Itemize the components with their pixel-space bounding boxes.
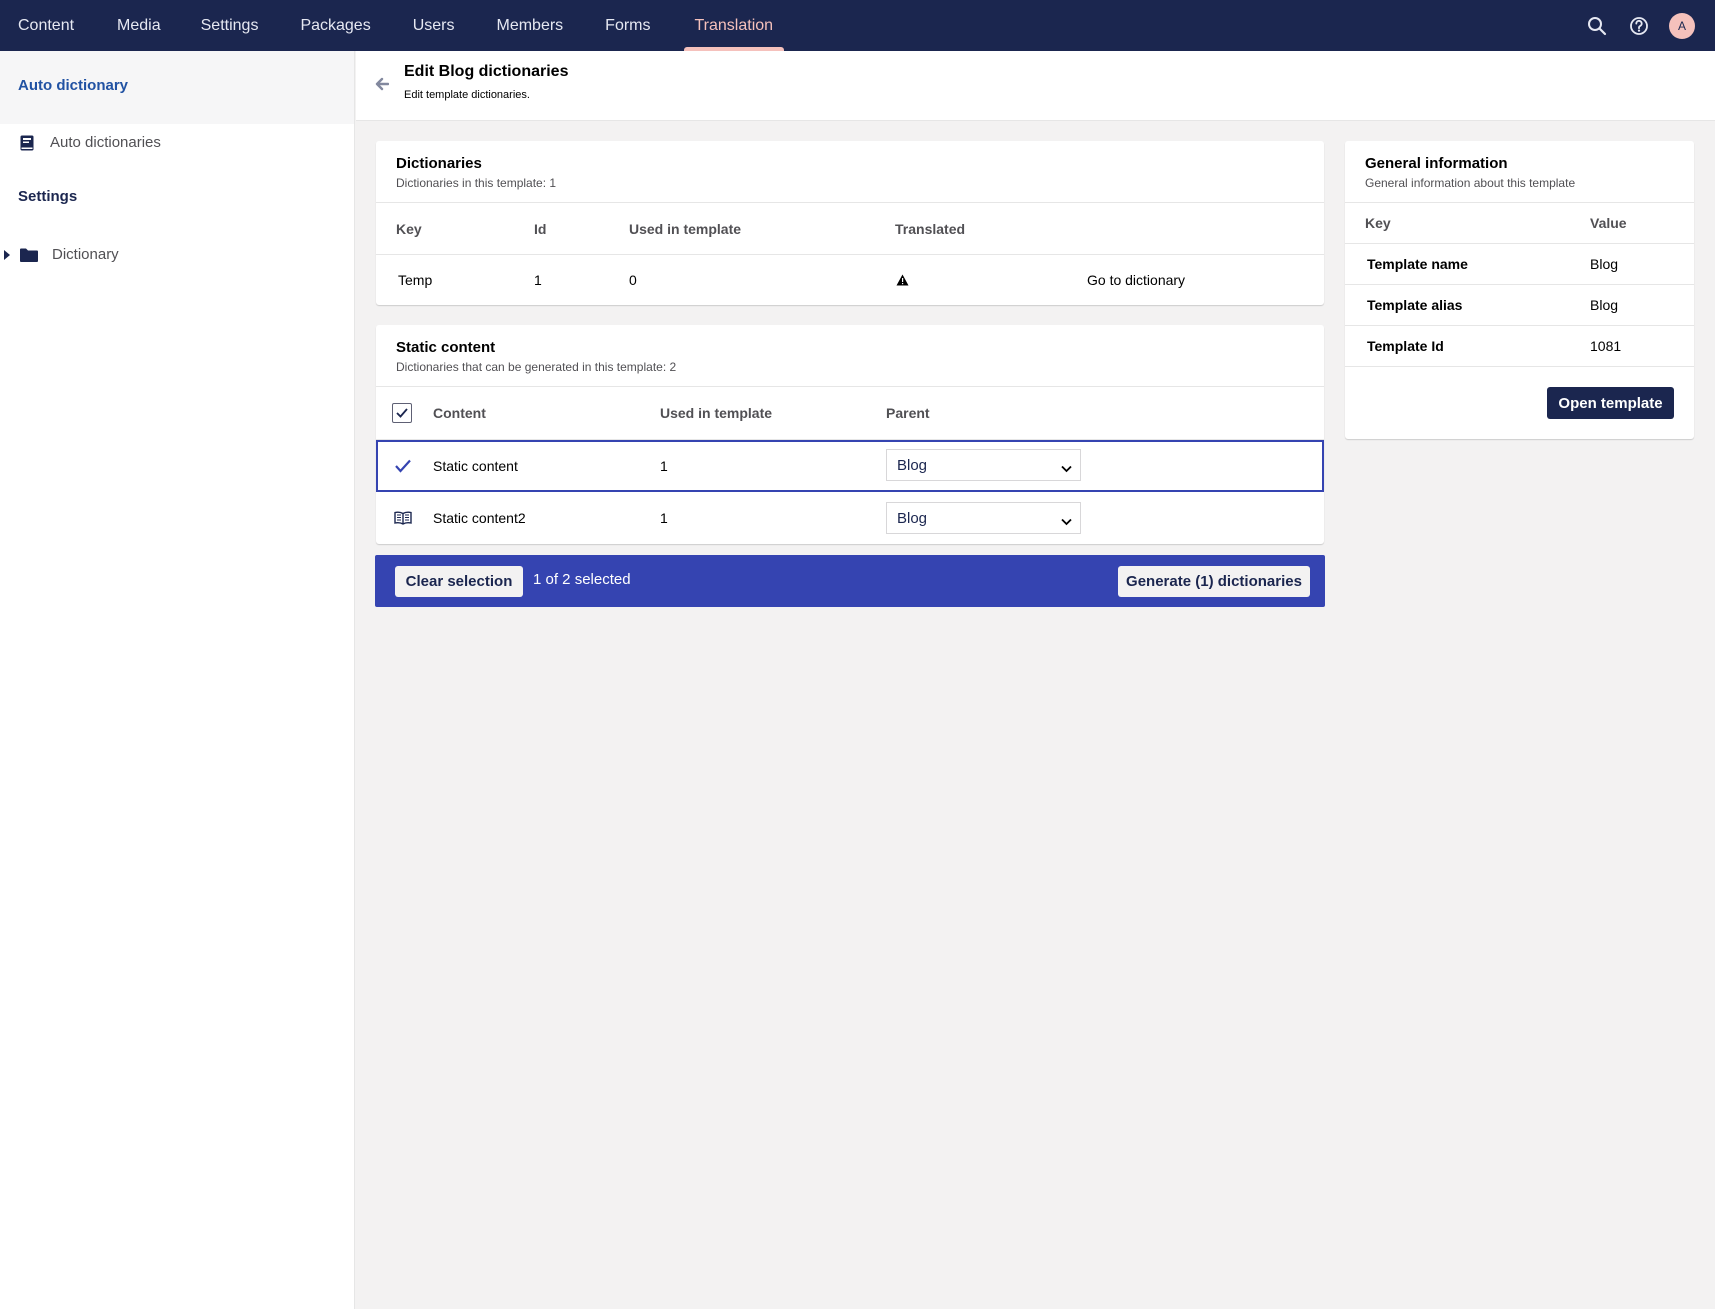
column-header-content: Content xyxy=(433,405,486,421)
nav-item-users[interactable]: Users xyxy=(412,0,456,51)
info-key: Template Id xyxy=(1367,338,1444,354)
avatar[interactable]: A xyxy=(1669,12,1695,39)
static-content-panel-header: Static content Dictionaries that can be … xyxy=(376,325,1324,387)
clear-selection-button[interactable]: Clear selection xyxy=(395,566,523,597)
column-header-used: Used in template xyxy=(660,405,773,421)
general-information-header: General information General information … xyxy=(1345,141,1694,203)
parent-select[interactable]: Blog xyxy=(886,449,1081,481)
caret-right-icon[interactable] xyxy=(4,249,10,260)
open-template-button[interactable]: Open template xyxy=(1547,387,1674,419)
dictionary-id: 1 xyxy=(534,272,542,288)
sidebar-item-dictionary[interactable]: Dictionary xyxy=(4,246,119,263)
nav-item-packages[interactable]: Packages xyxy=(299,0,371,51)
info-key: Template alias xyxy=(1367,297,1463,313)
dictionary-key: Temp xyxy=(398,272,433,288)
dictionaries-panel: Dictionaries Dictionaries in this templa… xyxy=(376,141,1324,305)
generate-dictionaries-button[interactable]: Generate (1) dictionaries xyxy=(1118,566,1310,597)
panel-subtitle: Dictionaries in this template: 1 xyxy=(396,176,557,190)
table-header-row: Key Id Used in template Translated xyxy=(376,203,1324,255)
book-open-icon[interactable] xyxy=(394,492,412,544)
warning-icon xyxy=(896,255,909,305)
info-value: Blog xyxy=(1590,256,1619,272)
sidebar-item-label: Auto dictionaries xyxy=(50,134,161,151)
chevron-down-icon xyxy=(1061,460,1072,477)
column-header-key: Key xyxy=(396,220,422,237)
column-header-value: Value xyxy=(1590,215,1627,231)
table-row: Template name Blog xyxy=(1345,244,1694,285)
nav-item-members[interactable]: Members xyxy=(495,0,564,51)
sidebar-header: Auto dictionary xyxy=(0,51,354,124)
table-row: Template alias Blog xyxy=(1345,285,1694,326)
back-arrow-icon[interactable] xyxy=(373,75,391,93)
nav-item-media[interactable]: Media xyxy=(116,0,162,51)
folder-icon xyxy=(20,248,38,262)
panel-subtitle: Dictionaries that can be generated in th… xyxy=(396,360,677,374)
sidebar-item-label: Dictionary xyxy=(52,246,119,263)
static-content-panel: Static content Dictionaries that can be … xyxy=(376,325,1324,544)
static-content-used: 1 xyxy=(660,457,668,474)
table-row[interactable]: Static content 1 Blog xyxy=(376,440,1324,492)
table-row: Template Id 1081 xyxy=(1345,326,1694,367)
table-row: Temp 1 0 Go to dictionary xyxy=(376,255,1324,305)
help-icon[interactable] xyxy=(1627,14,1651,38)
editor-header: Edit Blog dictionaries Edit template dic… xyxy=(356,51,1715,121)
parent-select[interactable]: Blog xyxy=(886,502,1081,534)
page-description: Edit template dictionaries. xyxy=(404,89,530,101)
parent-select-value: Blog xyxy=(897,509,928,527)
nav-item-content[interactable]: Content xyxy=(17,0,75,51)
search-icon[interactable] xyxy=(1585,14,1609,38)
table-header-row: Content Used in template Parent xyxy=(376,387,1324,440)
page-title: Edit Blog dictionaries xyxy=(404,63,569,80)
info-value: Blog xyxy=(1590,297,1619,313)
sidebar: Auto dictionary Auto dictionaries Settin… xyxy=(0,51,355,1309)
chevron-down-icon xyxy=(1061,513,1072,530)
column-header-translated: Translated xyxy=(895,220,966,237)
selection-count: 1 of 2 selected xyxy=(533,571,631,588)
dictionary-used: 0 xyxy=(629,272,637,288)
nav-item-forms[interactable]: Forms xyxy=(604,0,651,51)
info-value: 1081 xyxy=(1590,338,1622,354)
info-key: Template name xyxy=(1367,256,1468,272)
panel-subtitle: General information about this template xyxy=(1365,176,1576,190)
top-right-tools: A xyxy=(1585,0,1715,51)
column-header-used: Used in template xyxy=(629,220,742,237)
go-to-dictionary-link[interactable]: Go to dictionary xyxy=(1087,255,1185,305)
parent-select-value: Blog xyxy=(897,456,928,474)
static-content-used: 1 xyxy=(660,510,668,526)
checkbox[interactable] xyxy=(392,403,412,423)
book-icon xyxy=(20,135,34,151)
top-bar: Content Media Settings Packages Users Me… xyxy=(0,0,1715,51)
checkmark-icon[interactable] xyxy=(395,440,411,491)
sidebar-title[interactable]: Auto dictionary xyxy=(18,77,128,94)
panel-title: Static content xyxy=(396,339,496,356)
column-header-id: Id xyxy=(534,220,547,237)
panel-title: Dictionaries xyxy=(396,155,482,172)
table-header-row: Key Value xyxy=(1345,203,1694,244)
sidebar-item-auto-dictionaries[interactable]: Auto dictionaries xyxy=(20,134,161,151)
settings-section-title: Settings xyxy=(18,188,78,205)
nav-item-settings[interactable]: Settings xyxy=(200,0,260,51)
static-content-name: Static content2 xyxy=(433,510,526,526)
nav-item-translation[interactable]: Translation xyxy=(683,0,784,51)
column-header-key: Key xyxy=(1365,215,1391,231)
static-content-name: Static content xyxy=(433,457,518,474)
main-navigation: Content Media Settings Packages Users Me… xyxy=(0,0,784,51)
select-all-checkbox[interactable] xyxy=(392,387,412,439)
column-header-parent: Parent xyxy=(886,405,930,421)
dictionaries-panel-header: Dictionaries Dictionaries in this templa… xyxy=(376,141,1324,203)
table-row[interactable]: Static content2 1 Blog xyxy=(376,492,1324,544)
panel-title: General information xyxy=(1365,155,1508,172)
selection-action-bar: Clear selection 1 of 2 selected Generate… xyxy=(375,555,1325,607)
general-information-panel: General information General information … xyxy=(1345,141,1694,439)
